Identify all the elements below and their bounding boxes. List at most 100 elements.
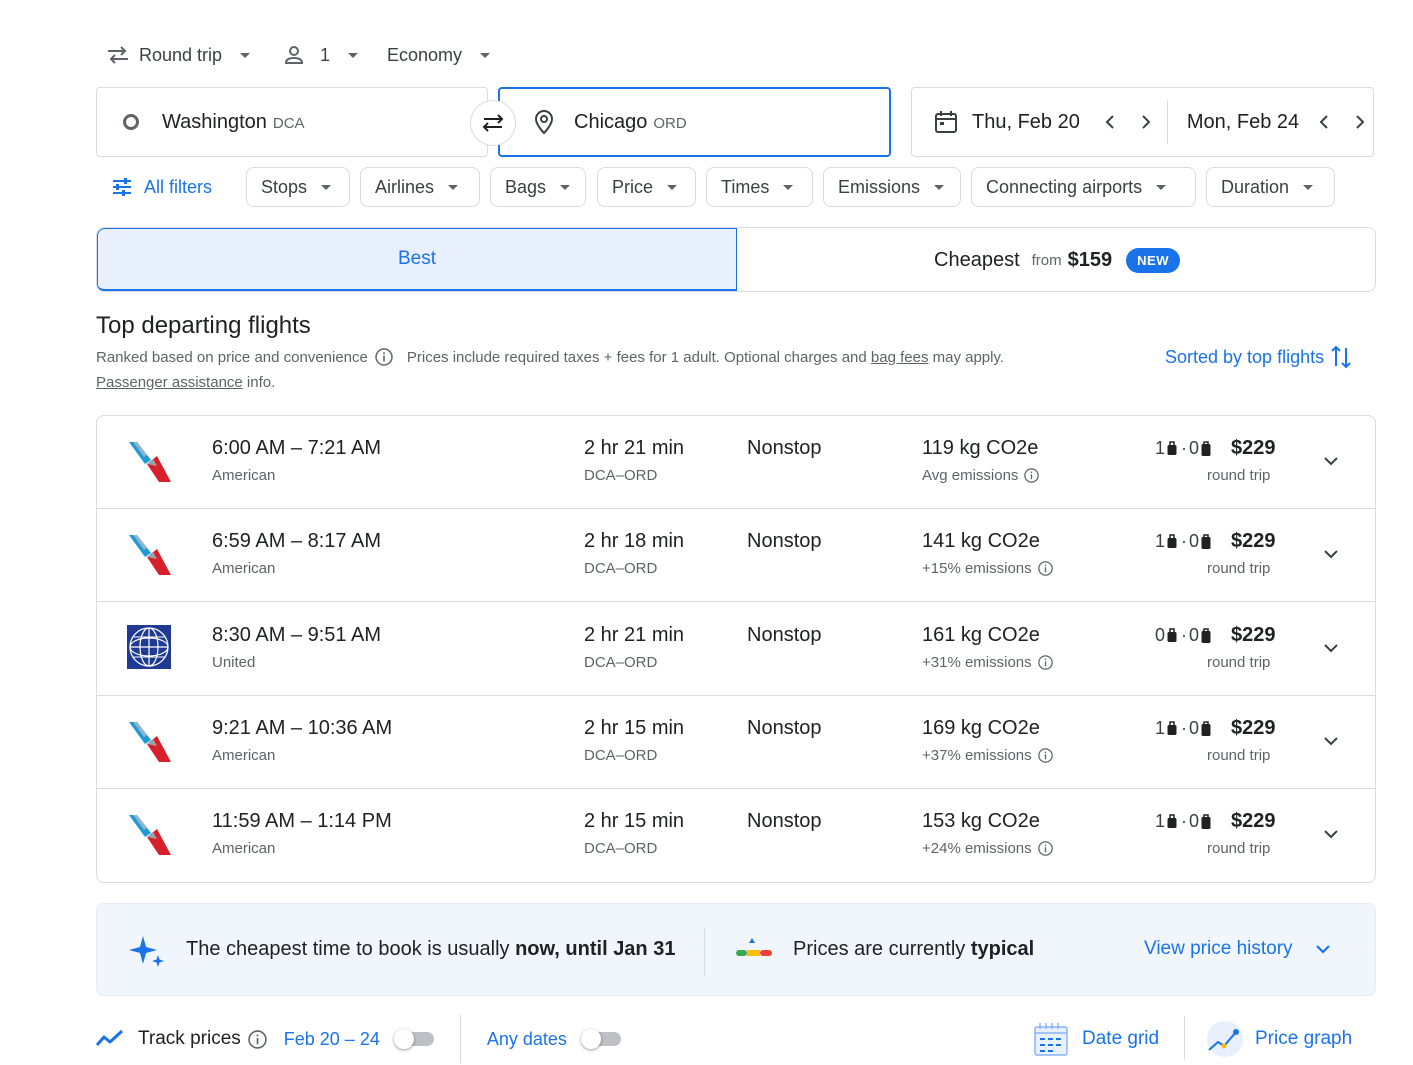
- carry-on-count: 1: [1155, 811, 1166, 831]
- price-graph-button[interactable]: Price graph: [1206, 1018, 1352, 1060]
- chevron-down-icon: [783, 184, 794, 190]
- emissions-label: +31% emissions: [922, 654, 1032, 671]
- filter-chip-connecting-airports[interactable]: Connecting airports: [971, 167, 1196, 207]
- flight-stops: Nonstop: [747, 717, 822, 739]
- carry-on-bag-icon: [1167, 533, 1177, 550]
- location-pin-icon: [534, 109, 554, 135]
- expand-chevron-icon[interactable]: [1319, 822, 1343, 846]
- checked-bag-icon: [1201, 440, 1211, 457]
- flight-row[interactable]: 8:30 AM – 9:51 AM United 2 hr 21 min DCA…: [97, 603, 1375, 696]
- info-icon[interactable]: [1024, 468, 1040, 483]
- checked-bag-icon: [1201, 533, 1211, 550]
- passenger-assistance-link[interactable]: Passenger assistance: [96, 374, 243, 391]
- trend-line-icon: [96, 1029, 124, 1049]
- return-prev-button[interactable]: [1312, 110, 1336, 134]
- chip-label: Bags: [505, 176, 547, 197]
- flight-row[interactable]: 11:59 AM – 1:14 PM American 2 hr 15 min …: [97, 789, 1375, 882]
- origin-code: DCA: [272, 114, 305, 132]
- view-price-history-button[interactable]: View price history: [1144, 938, 1333, 960]
- return-next-button[interactable]: [1348, 110, 1372, 134]
- flight-row[interactable]: 6:00 AM – 7:21 AM American 2 hr 21 min D…: [97, 416, 1375, 509]
- flight-times: 11:59 AM – 1:14 PM: [212, 810, 392, 832]
- track-dates-label: Feb 20 – 24: [283, 1028, 380, 1049]
- info-icon[interactable]: [1037, 841, 1053, 856]
- origin-city: Washington DCA: [162, 111, 305, 134]
- tab-cheapest[interactable]: Cheapest from $159 NEW: [737, 228, 1375, 291]
- booking-time-tip: The cheapest time to book is usually now…: [186, 938, 675, 961]
- flight-route: DCA–ORD: [584, 560, 658, 577]
- bag-allowance: 1 · 0: [1155, 718, 1211, 739]
- filter-chip-duration[interactable]: Duration: [1206, 167, 1335, 207]
- filter-chip-price[interactable]: Price: [597, 167, 696, 207]
- flight-duration: 2 hr 21 min: [584, 624, 685, 646]
- trip-type-select[interactable]: Round trip: [107, 38, 251, 72]
- co2-amount: 119 kg CO2e: [922, 437, 1039, 459]
- info-icon[interactable]: [248, 1029, 267, 1049]
- co2-amount: 153 kg CO2e: [922, 810, 1040, 832]
- date-grid-button[interactable]: Date grid: [1034, 1018, 1159, 1060]
- chevron-down-icon: [480, 52, 491, 58]
- flight-row[interactable]: 9:21 AM – 10:36 AM American 2 hr 15 min …: [97, 696, 1375, 789]
- bag-allowance: 1 · 0: [1155, 811, 1211, 832]
- carry-on-bag-icon: [1167, 720, 1177, 737]
- chevron-down-icon: [1303, 184, 1314, 190]
- filter-chip-times[interactable]: Times: [706, 167, 813, 207]
- any-dates-toggle[interactable]: [580, 1029, 623, 1049]
- filter-sliders-icon: [112, 178, 132, 196]
- return-date[interactable]: Mon, Feb 24: [1187, 111, 1299, 134]
- swap-icon: [480, 113, 506, 133]
- info-icon[interactable]: [1037, 748, 1053, 763]
- origin-field[interactable]: Washington DCA: [96, 87, 488, 157]
- filter-chip-bags[interactable]: Bags: [490, 167, 586, 207]
- flight-price: $229: [1231, 530, 1276, 552]
- filter-chip-emissions[interactable]: Emissions: [823, 167, 961, 207]
- chevron-down-icon: [348, 52, 359, 58]
- emissions-level: Avg emissions: [922, 467, 1040, 484]
- chip-label: Times: [721, 176, 770, 197]
- sort-button[interactable]: Sorted by top flights: [1165, 344, 1352, 370]
- info-icon[interactable]: [1037, 561, 1053, 576]
- all-filters-button[interactable]: All filters: [112, 167, 212, 207]
- swap-airports-button[interactable]: [470, 100, 516, 146]
- flight-times: 6:59 AM – 8:17 AM: [212, 530, 381, 552]
- expand-chevron-icon[interactable]: [1319, 636, 1343, 660]
- passenger-note-suffix: info.: [242, 374, 276, 391]
- passenger-count: 1: [320, 44, 331, 65]
- flight-row[interactable]: 6:59 AM – 8:17 AM American 2 hr 18 min D…: [97, 509, 1375, 602]
- flight-times: 9:21 AM – 10:36 AM: [212, 717, 393, 739]
- flight-times: 8:30 AM – 9:51 AM: [212, 624, 381, 646]
- price-note: round trip: [1207, 467, 1271, 484]
- origin-circle-icon: [122, 113, 140, 131]
- tab-best[interactable]: Best: [97, 228, 737, 291]
- expand-chevron-icon[interactable]: [1319, 542, 1343, 566]
- flight-duration: 2 hr 15 min: [584, 717, 685, 739]
- filter-chip-stops[interactable]: Stops: [246, 167, 350, 207]
- calendar-icon: [934, 110, 958, 134]
- dates-field: Thu, Feb 20 Mon, Feb 24: [911, 87, 1374, 157]
- info-icon[interactable]: [1037, 655, 1053, 670]
- destination-field[interactable]: Chicago ORD: [498, 87, 891, 157]
- carry-on-count: 1: [1155, 438, 1166, 458]
- person-icon: [284, 45, 304, 65]
- results-heading: Top departing flights: [96, 312, 311, 339]
- expand-chevron-icon[interactable]: [1319, 729, 1343, 753]
- flight-duration: 2 hr 21 min: [584, 437, 685, 459]
- filter-chip-airlines[interactable]: Airlines: [360, 167, 480, 207]
- booking-tip-prefix: The cheapest time to book is usually: [186, 938, 516, 960]
- price-note: round trip: [1207, 747, 1271, 764]
- destination-code: ORD: [653, 114, 687, 132]
- price-insights-banner: The cheapest time to book is usually now…: [96, 903, 1376, 996]
- bag-fees-link[interactable]: bag fees: [871, 349, 929, 366]
- passengers-select[interactable]: 1: [284, 38, 359, 72]
- emissions-level: +24% emissions: [922, 840, 1053, 857]
- track-dates-toggle[interactable]: [393, 1029, 436, 1049]
- depart-prev-button[interactable]: [1098, 110, 1122, 134]
- expand-chevron-icon[interactable]: [1319, 449, 1343, 473]
- info-icon[interactable]: [375, 348, 393, 366]
- depart-next-button[interactable]: [1134, 110, 1158, 134]
- airline-name: American: [212, 560, 276, 577]
- cabin-class-select[interactable]: Economy: [387, 38, 491, 72]
- checked-bag-count: 0: [1189, 625, 1200, 645]
- emissions-level: +15% emissions: [922, 560, 1053, 577]
- depart-date[interactable]: Thu, Feb 20: [972, 111, 1080, 134]
